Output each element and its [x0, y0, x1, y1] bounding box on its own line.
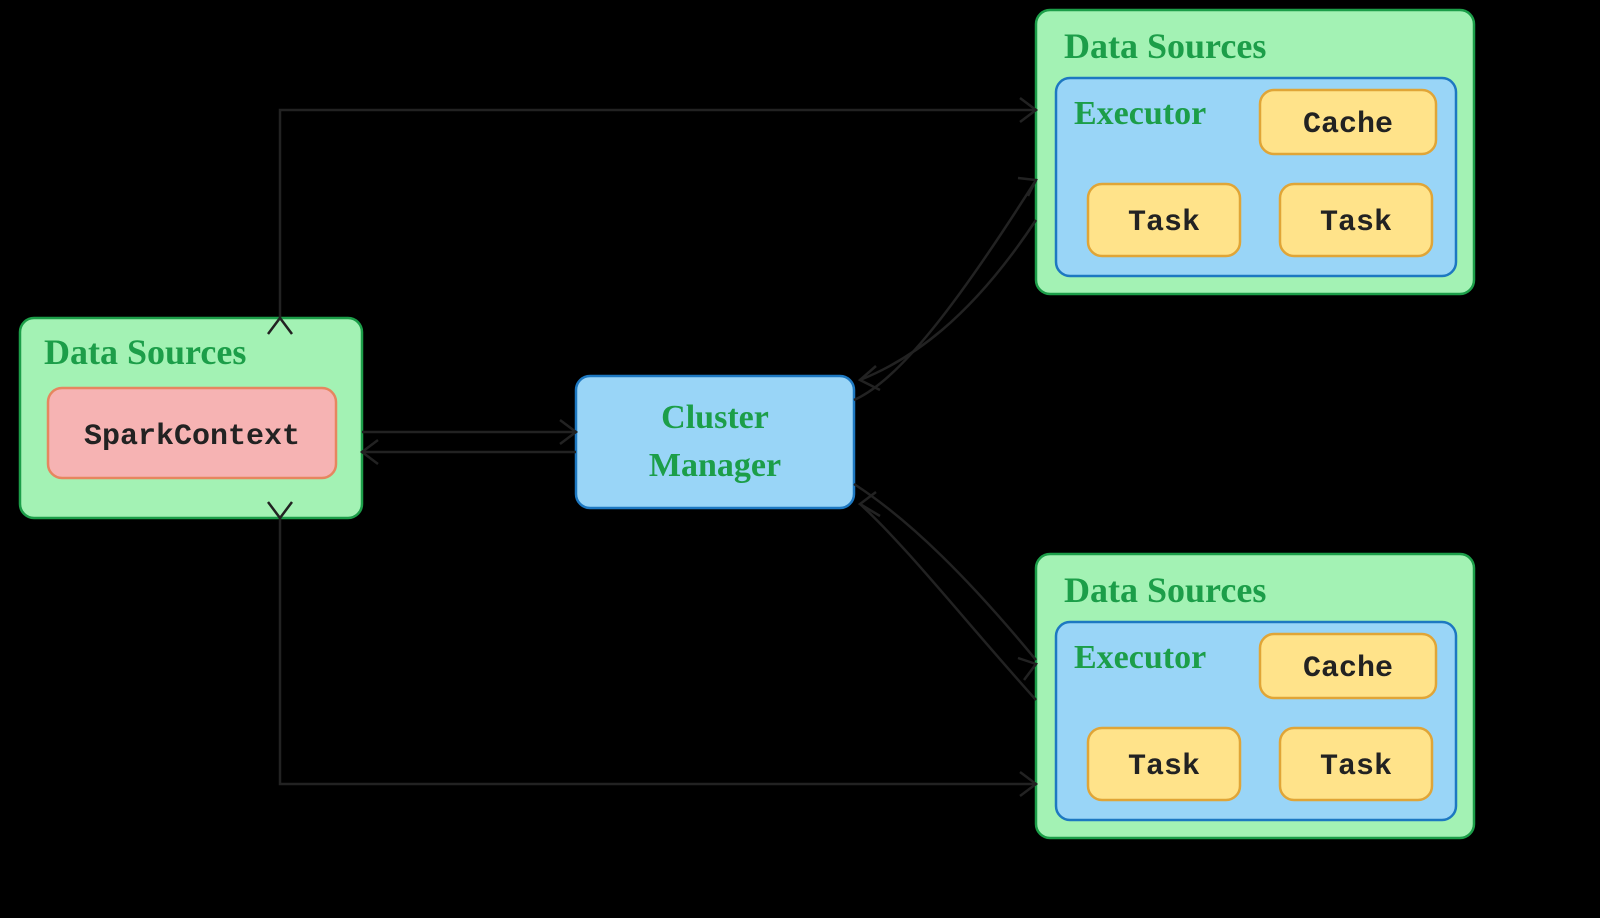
arrow-driver-worker1 — [268, 98, 1036, 334]
worker2-executor: Executor — [1074, 639, 1206, 676]
worker1-executor: Executor — [1074, 95, 1206, 132]
worker-node-2: Data Sources Executor Cache Task Task — [1036, 554, 1474, 838]
arrow-driver-cluster — [362, 420, 576, 464]
worker2-task2: Task — [1320, 750, 1392, 784]
arrow-cluster-worker1 — [854, 178, 1036, 400]
spark-context-label: SparkContext — [84, 420, 300, 454]
driver-title: Data Sources — [44, 332, 246, 372]
cluster-manager-node: Cluster Manager — [576, 376, 854, 508]
worker1-title: Data Sources — [1064, 26, 1266, 66]
worker2-cache: Cache — [1303, 652, 1393, 686]
worker2-task1: Task — [1128, 750, 1200, 784]
worker1-task1: Task — [1128, 206, 1200, 240]
driver-node: Data Sources SparkContext — [20, 318, 362, 518]
arrow-driver-worker2 — [268, 502, 1036, 796]
cluster-manager-line1: Cluster — [661, 399, 769, 436]
worker1-cache: Cache — [1303, 108, 1393, 142]
worker2-title: Data Sources — [1064, 570, 1266, 610]
cluster-manager-line2: Manager — [649, 447, 781, 484]
worker-node-1: Data Sources Executor Cache Task Task — [1036, 10, 1474, 294]
arrow-cluster-worker2 — [854, 484, 1036, 700]
worker1-task2: Task — [1320, 206, 1392, 240]
